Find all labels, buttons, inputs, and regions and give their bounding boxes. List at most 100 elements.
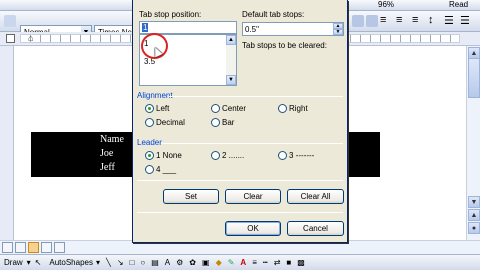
- font-color-icon[interactable]: A: [240, 258, 246, 267]
- alignment-bar-radio[interactable]: Bar: [211, 118, 234, 127]
- diagram-icon[interactable]: ⚙: [176, 258, 183, 267]
- radio-label: Decimal: [156, 118, 185, 127]
- bullets-icon[interactable]: ☰: [460, 14, 470, 27]
- ok-button[interactable]: OK: [225, 221, 281, 236]
- cancel-button[interactable]: Cancel: [287, 221, 344, 236]
- listbox-scrollbar[interactable]: ▲ ▼: [226, 35, 236, 85]
- line-style-icon[interactable]: ≡: [252, 258, 257, 267]
- alignment-left-radio[interactable]: Left: [145, 104, 169, 113]
- picture-icon[interactable]: ▣: [202, 258, 210, 267]
- leader-underline-radio[interactable]: 4 ___: [145, 165, 176, 174]
- tab-stop-position-label: Tab stop position:: [139, 10, 202, 19]
- clear-button[interactable]: Clear: [225, 189, 281, 204]
- leader-none-radio[interactable]: 1 None: [145, 151, 182, 160]
- print-layout-view-icon[interactable]: [28, 242, 39, 253]
- shadow-style-icon[interactable]: ■: [286, 258, 291, 267]
- table-cell-name[interactable]: Name: [100, 134, 124, 146]
- autoshapes-menu-button[interactable]: AutoShapes: [49, 258, 93, 267]
- indent-marker-icon[interactable]: ⌂: [28, 33, 33, 43]
- radio-icon[interactable]: [145, 118, 154, 127]
- select-objects-icon[interactable]: ↖: [35, 258, 42, 267]
- scroll-up-icon[interactable]: ▲: [226, 35, 236, 45]
- reading-layout-view-icon[interactable]: [54, 242, 65, 253]
- alignment-decimal-radio[interactable]: Decimal: [145, 118, 185, 127]
- radio-label: Left: [156, 104, 170, 113]
- group-divider: [169, 96, 343, 97]
- scroll-thumb[interactable]: [468, 58, 480, 98]
- styles-pane-icon[interactable]: [4, 15, 16, 27]
- zoom-value[interactable]: 96%: [378, 0, 394, 9]
- radio-icon[interactable]: [211, 118, 220, 127]
- tab-selector-icon[interactable]: [6, 34, 15, 43]
- scroll-down-icon[interactable]: ▼: [468, 196, 480, 208]
- table-cell-amount[interactable]: $0.00: [377, 148, 410, 160]
- align-right-icon[interactable]: ≡: [396, 14, 402, 26]
- textbox-tool-icon[interactable]: ▤: [151, 258, 159, 267]
- clear-all-button[interactable]: Clear All: [287, 189, 344, 204]
- numbering-icon[interactable]: ☰: [444, 14, 454, 27]
- arrow-tool-icon[interactable]: ↘: [117, 258, 124, 267]
- alignment-right-radio[interactable]: Right: [278, 104, 308, 113]
- scroll-down-icon[interactable]: ▼: [226, 75, 236, 85]
- radio-icon[interactable]: [211, 151, 220, 160]
- line-color-icon[interactable]: ✎: [228, 258, 235, 267]
- fill-color-icon[interactable]: ◆: [216, 258, 222, 267]
- radio-icon[interactable]: [278, 104, 287, 113]
- justify-icon[interactable]: ≡: [412, 14, 418, 26]
- group-divider: [137, 180, 343, 181]
- vertical-scrollbar[interactable]: ▲ ▼ ▲ ●: [466, 46, 480, 240]
- read-button[interactable]: Read: [449, 0, 468, 9]
- chevron-down-icon[interactable]: ▾: [27, 258, 31, 267]
- leader-dashes-radio[interactable]: 3 -------: [278, 151, 314, 160]
- select-browse-object-icon[interactable]: ●: [468, 222, 480, 234]
- radio-selected-icon[interactable]: [145, 104, 154, 113]
- chevron-down-icon[interactable]: ▾: [96, 258, 100, 267]
- draw-menu-button[interactable]: Draw: [4, 258, 23, 267]
- drawing-toolbar: Draw ▾ ↖ AutoShapes ▾ ╲ ↘ □ ○ ▤ A ⚙ ✿ ▣ …: [0, 254, 480, 270]
- alignment-group-title: Alignment: [137, 91, 173, 100]
- normal-view-icon[interactable]: [2, 242, 13, 253]
- group-divider: [137, 212, 343, 213]
- arrow-style-icon[interactable]: ⇄: [274, 258, 281, 267]
- dash-style-icon[interactable]: ┅: [263, 258, 268, 267]
- radio-label: Bar: [222, 118, 235, 127]
- web-layout-view-icon[interactable]: [15, 242, 26, 253]
- radio-label: Right: [289, 104, 308, 113]
- line-spacing-icon[interactable]: ↕: [428, 14, 434, 26]
- tab-stop-position-value: 1: [142, 23, 149, 32]
- rectangle-tool-icon[interactable]: □: [130, 258, 135, 267]
- clipart-icon[interactable]: ✿: [189, 258, 196, 267]
- default-tab-stops-value: 0.5": [245, 24, 259, 34]
- group-divider: [161, 143, 343, 144]
- spin-down-icon[interactable]: ▼: [333, 29, 343, 35]
- radio-selected-icon[interactable]: [145, 151, 154, 160]
- leader-group-title: Leader: [137, 138, 162, 147]
- set-button[interactable]: Set: [163, 189, 219, 204]
- radio-label: 2 .......: [222, 151, 245, 160]
- radio-label: 1 None: [156, 151, 182, 160]
- table-cell-name[interactable]: Jeff: [100, 162, 115, 174]
- tab-stops-cleared-label: Tab stops to be cleared:: [242, 41, 327, 50]
- toolbar-button-icon[interactable]: [352, 15, 364, 27]
- table-cell-amount[interactable]: $0.00: [377, 162, 410, 174]
- radio-icon[interactable]: [211, 104, 220, 113]
- alignment-center-radio[interactable]: Center: [211, 104, 246, 113]
- align-center-icon[interactable]: ≡: [380, 14, 386, 26]
- default-tab-stops-label: Default tab stops:: [242, 10, 305, 19]
- toolbar-button-icon[interactable]: [366, 15, 378, 27]
- outline-view-icon[interactable]: [41, 242, 52, 253]
- wordart-icon[interactable]: A: [165, 258, 170, 267]
- 3d-style-icon[interactable]: ▩: [297, 258, 305, 267]
- leader-dots-radio[interactable]: 2 .......: [211, 151, 244, 160]
- oval-tool-icon[interactable]: ○: [140, 258, 145, 267]
- previous-page-icon[interactable]: ▲: [468, 209, 480, 221]
- table-cell-name[interactable]: Joe: [100, 148, 113, 160]
- radio-label: Center: [222, 104, 247, 113]
- line-tool-icon[interactable]: ╲: [106, 258, 111, 267]
- default-tab-stops-spinner[interactable]: ▲ ▼: [333, 23, 343, 35]
- radio-icon[interactable]: [278, 151, 287, 160]
- vertical-ruler: [0, 46, 14, 240]
- default-tab-stops-input[interactable]: 0.5" ▲ ▼: [242, 22, 344, 36]
- radio-label: 3 -------: [289, 151, 315, 160]
- radio-icon[interactable]: [145, 165, 154, 174]
